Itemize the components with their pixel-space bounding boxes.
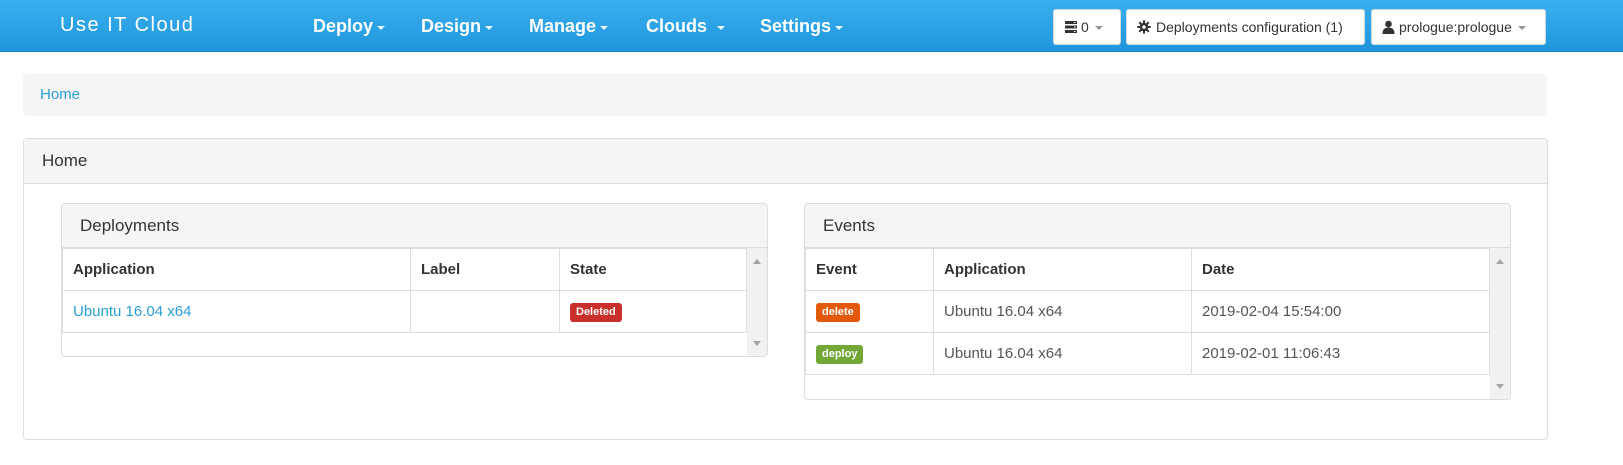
- deployment-label-cell: [410, 290, 560, 333]
- event-date-cell: 2019-02-01 11:06:43: [1191, 332, 1490, 375]
- user-label: prologue:prologue: [1399, 19, 1512, 35]
- nav-deploy[interactable]: Deploy: [313, 16, 386, 37]
- table-header-row: Event Application Date: [805, 248, 1490, 291]
- column-header-state[interactable]: State: [559, 248, 747, 291]
- server-count: 0: [1081, 19, 1089, 35]
- nav-clouds-label: Clouds: [646, 16, 707, 36]
- scroll-down-icon[interactable]: [753, 341, 761, 346]
- events-scrollbar[interactable]: [1490, 248, 1510, 399]
- events-table: Event Application Date delete Ubuntu 16.…: [805, 248, 1490, 375]
- column-header-label[interactable]: Label: [410, 248, 560, 291]
- nav-manage-label: Manage: [529, 16, 597, 36]
- table-row: Ubuntu 16.04 x64 Deleted: [62, 290, 747, 333]
- nav-manage[interactable]: Manage: [529, 16, 609, 37]
- deployment-state-cell: Deleted: [559, 290, 747, 333]
- deployments-table: Application Label State Ubuntu 16.04 x64…: [62, 248, 747, 333]
- column-header-date[interactable]: Date: [1191, 248, 1490, 291]
- event-application-cell: Ubuntu 16.04 x64: [933, 290, 1192, 333]
- deployments-scrollbar[interactable]: [747, 248, 767, 356]
- chevron-down-icon: [485, 25, 494, 30]
- event-application-cell: Ubuntu 16.04 x64: [933, 332, 1192, 375]
- brand-logo[interactable]: Use IT Cloud: [60, 14, 194, 37]
- deployments-configuration-label: Deployments configuration (1): [1156, 19, 1343, 35]
- table-header-row: Application Label State: [62, 248, 747, 291]
- gear-icon: [1137, 20, 1151, 34]
- nav-clouds[interactable]: Clouds: [646, 16, 725, 37]
- breadcrumb-home-link[interactable]: Home: [40, 86, 80, 103]
- event-badge-deploy: deploy: [816, 344, 864, 364]
- nav-deploy-label: Deploy: [313, 16, 374, 36]
- user-icon: [1382, 20, 1395, 34]
- event-type-cell: deploy: [805, 332, 934, 375]
- deployments-panel: Deployments Application Label State Ubun…: [61, 203, 768, 357]
- deployment-application-link[interactable]: Ubuntu 16.04 x64: [73, 303, 191, 320]
- nav-design[interactable]: Design: [421, 16, 494, 37]
- server-count-button[interactable]: 0: [1053, 9, 1121, 45]
- column-header-application[interactable]: Application: [933, 248, 1192, 291]
- home-panel: Home Deployments Application Label State…: [23, 138, 1548, 440]
- chevron-down-icon: [600, 25, 609, 30]
- event-date-cell: 2019-02-04 15:54:00: [1191, 290, 1490, 333]
- events-panel: Events Event Application Date delete Ubu…: [804, 203, 1511, 400]
- deployments-title: Deployments: [62, 204, 767, 248]
- chevron-down-icon: [717, 25, 725, 30]
- scroll-down-icon[interactable]: [1496, 384, 1504, 389]
- table-row: deploy Ubuntu 16.04 x64 2019-02-01 11:06…: [805, 332, 1490, 375]
- chevron-down-icon: [1094, 26, 1103, 30]
- page-title: Home: [24, 139, 1547, 184]
- column-header-application[interactable]: Application: [62, 248, 411, 291]
- table-row: delete Ubuntu 16.04 x64 2019-02-04 15:54…: [805, 290, 1490, 333]
- status-badge: Deleted: [570, 302, 622, 322]
- nav-design-label: Design: [421, 16, 482, 36]
- top-navbar: Use IT Cloud Deploy Design Manage Clouds…: [0, 0, 1623, 52]
- chevron-down-icon: [835, 25, 844, 30]
- chevron-down-icon: [377, 25, 386, 30]
- nav-settings-label: Settings: [760, 16, 832, 36]
- event-type-cell: delete: [805, 290, 934, 333]
- event-badge-delete: delete: [816, 302, 860, 322]
- deployment-application-cell: Ubuntu 16.04 x64: [62, 290, 411, 333]
- breadcrumb: Home: [23, 74, 1547, 116]
- nav-settings[interactable]: Settings: [760, 16, 844, 37]
- deployments-configuration-button[interactable]: Deployments configuration (1): [1126, 9, 1365, 45]
- user-menu-button[interactable]: prologue:prologue: [1371, 9, 1546, 45]
- column-header-event[interactable]: Event: [805, 248, 934, 291]
- chevron-down-icon: [1517, 26, 1526, 30]
- events-title: Events: [805, 204, 1510, 248]
- server-icon: [1065, 21, 1077, 33]
- scroll-up-icon[interactable]: [1496, 259, 1504, 264]
- scroll-up-icon[interactable]: [753, 259, 761, 264]
